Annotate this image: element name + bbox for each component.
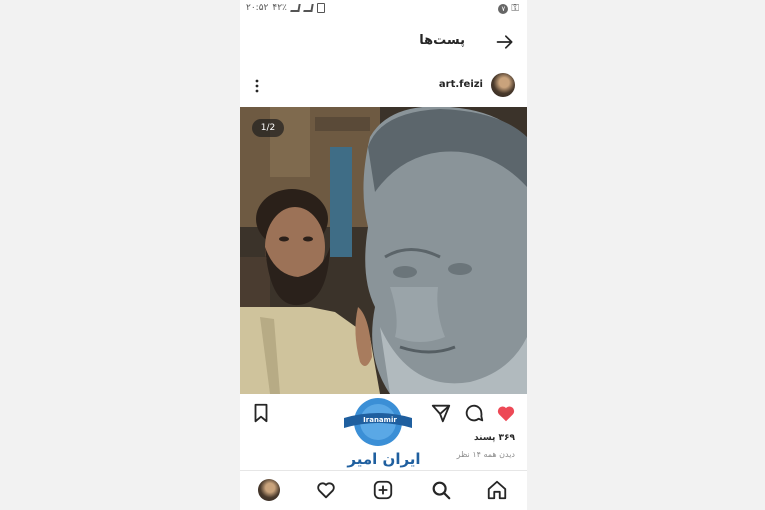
image-counter: 1/2	[252, 119, 284, 137]
avatar[interactable]	[491, 73, 515, 97]
notification-icon: ۷	[498, 3, 509, 14]
arrow-right-icon[interactable]	[495, 32, 515, 52]
watermark-emblem	[344, 398, 412, 446]
bottom-nav	[240, 470, 527, 510]
username[interactable]: art.feizi	[439, 79, 483, 90]
status-bar: ۲۰:۵۲ ۴۲٪ ۷ ⚿	[240, 0, 527, 20]
profile-avatar[interactable]	[258, 479, 280, 501]
battery-icon	[316, 3, 325, 13]
clock: ۲۰:۵۲	[246, 3, 269, 13]
post-image[interactable]: 1/2	[240, 107, 527, 394]
heart-filled-icon[interactable]	[495, 402, 517, 424]
more-options-icon[interactable]	[254, 78, 260, 94]
comment-icon[interactable]	[463, 402, 485, 424]
page-title: پست‌ها	[419, 33, 465, 48]
status-left: ۲۰:۵۲ ۴۲٪	[246, 3, 325, 13]
share-icon[interactable]	[430, 402, 452, 424]
watermark-brand: Iranamir	[363, 416, 397, 424]
watermark-text: ایران امیر	[347, 450, 421, 468]
signal-icon	[303, 4, 314, 12]
status-right: ۷ ⚿	[498, 3, 519, 14]
add-post-icon[interactable]	[372, 479, 394, 501]
post-photo	[240, 107, 527, 394]
signal-icon	[290, 4, 301, 12]
phone-screen: ۲۰:۵۲ ۴۲٪ ۷ ⚿ پست‌ها art.feizi	[240, 0, 527, 510]
bookmark-icon[interactable]	[250, 402, 272, 424]
key-icon: ⚿	[511, 3, 519, 14]
heart-icon[interactable]	[315, 479, 337, 501]
app-header: پست‌ها	[240, 28, 527, 58]
post-header: art.feizi	[240, 70, 527, 102]
search-icon[interactable]	[430, 479, 452, 501]
battery-percent: ۴۲٪	[272, 3, 287, 13]
home-icon[interactable]	[486, 479, 508, 501]
watermark-logo: Iranamir ایران امیر	[336, 396, 421, 478]
like-count: ۳۶۹ پسند	[473, 433, 515, 443]
view-comments-link[interactable]: دیدن همه ۱۴ نظر	[457, 450, 515, 459]
